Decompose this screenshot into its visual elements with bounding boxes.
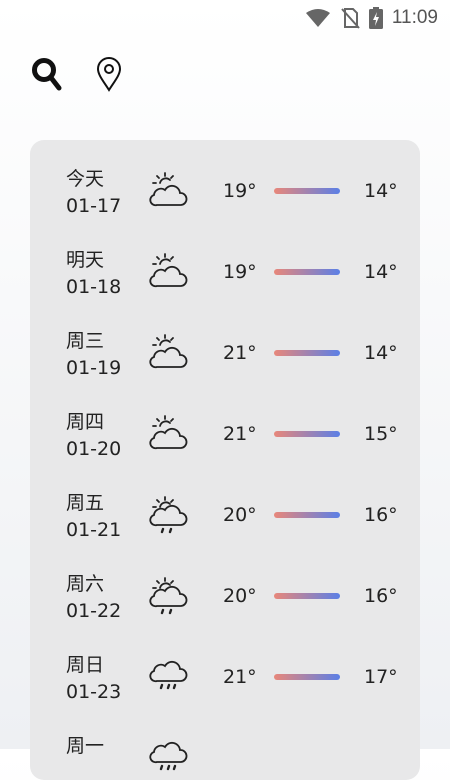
- high-temp: 20°: [223, 585, 257, 607]
- battery-charging-icon: [368, 7, 383, 29]
- day-date: 01-17: [66, 195, 122, 217]
- sun-cloud-rain-icon: [148, 495, 188, 539]
- day-label-block: 周一: [66, 733, 146, 760]
- day-name: 周五: [66, 492, 105, 514]
- day-name: 周一: [66, 735, 105, 757]
- forecast-row[interactable]: 周六 01-22 20° 16°: [30, 545, 420, 626]
- forecast-row[interactable]: 周日 01-23 21° 17°: [30, 626, 420, 707]
- low-temp: 14°: [364, 261, 398, 283]
- forecast-row[interactable]: 今天 01-17 19° 14°: [30, 140, 420, 221]
- status-bar: 11:09: [0, 0, 450, 36]
- temp-range-bar: [274, 350, 340, 356]
- day-name: 周四: [66, 411, 105, 433]
- forecast-row[interactable]: 周四 01-20 21° 15°: [30, 383, 420, 464]
- low-temp: 15°: [364, 423, 398, 445]
- low-temp: 16°: [364, 585, 398, 607]
- day-date: 01-22: [66, 600, 122, 622]
- day-label-block: 今天 01-17: [66, 166, 146, 220]
- high-temp: 20°: [223, 504, 257, 526]
- low-temp: 14°: [364, 342, 398, 364]
- low-temp: 17°: [364, 666, 398, 688]
- day-date: 01-23: [66, 681, 122, 703]
- no-sim-icon: [340, 7, 360, 29]
- day-name: 今天: [66, 168, 105, 190]
- day-name: 周日: [66, 654, 105, 676]
- toolbar: [32, 56, 122, 92]
- low-temp: 14°: [364, 180, 398, 202]
- temp-range-bar: [274, 512, 340, 518]
- day-label-block: 周日 01-23: [66, 652, 146, 706]
- status-time: 11:09: [391, 7, 438, 28]
- day-label-block: 周三 01-19: [66, 328, 146, 382]
- cloud-rain-icon: [148, 738, 188, 780]
- day-name: 明天: [66, 249, 105, 271]
- location-pin-icon[interactable]: [96, 56, 122, 92]
- partly-cloudy-icon: [148, 252, 188, 292]
- day-date: 01-18: [66, 276, 122, 298]
- day-date: 01-20: [66, 438, 122, 460]
- temp-range-bar: [274, 593, 340, 599]
- day-date: 01-19: [66, 357, 122, 379]
- day-label-block: 周四 01-20: [66, 409, 146, 463]
- cloud-rain-icon: [148, 657, 188, 701]
- day-label-block: 明天 01-18: [66, 247, 146, 301]
- forecast-card: 今天 01-17 19° 14° 明天 01-18 19° 14° 周三 01-19 21° 14° 周…: [30, 140, 420, 780]
- temp-range-bar: [274, 188, 340, 194]
- search-icon[interactable]: [32, 56, 62, 92]
- day-name: 周三: [66, 330, 105, 352]
- day-label-block: 周五 01-21: [66, 490, 146, 544]
- forecast-row[interactable]: 周三 01-19 21° 14°: [30, 302, 420, 383]
- high-temp: 19°: [223, 180, 257, 202]
- partly-cloudy-icon: [148, 333, 188, 373]
- partly-cloudy-icon: [148, 414, 188, 454]
- partly-cloudy-icon: [148, 171, 188, 211]
- sun-cloud-rain-icon: [148, 576, 188, 620]
- temp-range-bar: [274, 674, 340, 680]
- day-name: 周六: [66, 573, 105, 595]
- forecast-row[interactable]: 明天 01-18 19° 14°: [30, 221, 420, 302]
- temp-range-bar: [274, 431, 340, 437]
- high-temp: 21°: [223, 342, 257, 364]
- high-temp: 19°: [223, 261, 257, 283]
- high-temp: 21°: [223, 423, 257, 445]
- day-label-block: 周六 01-22: [66, 571, 146, 625]
- high-temp: 21°: [223, 666, 257, 688]
- forecast-row[interactable]: 周一: [30, 707, 420, 780]
- low-temp: 16°: [364, 504, 398, 526]
- forecast-row[interactable]: 周五 01-21 20° 16°: [30, 464, 420, 545]
- wifi-icon: [305, 8, 331, 28]
- day-date: 01-21: [66, 519, 122, 541]
- temp-range-bar: [274, 269, 340, 275]
